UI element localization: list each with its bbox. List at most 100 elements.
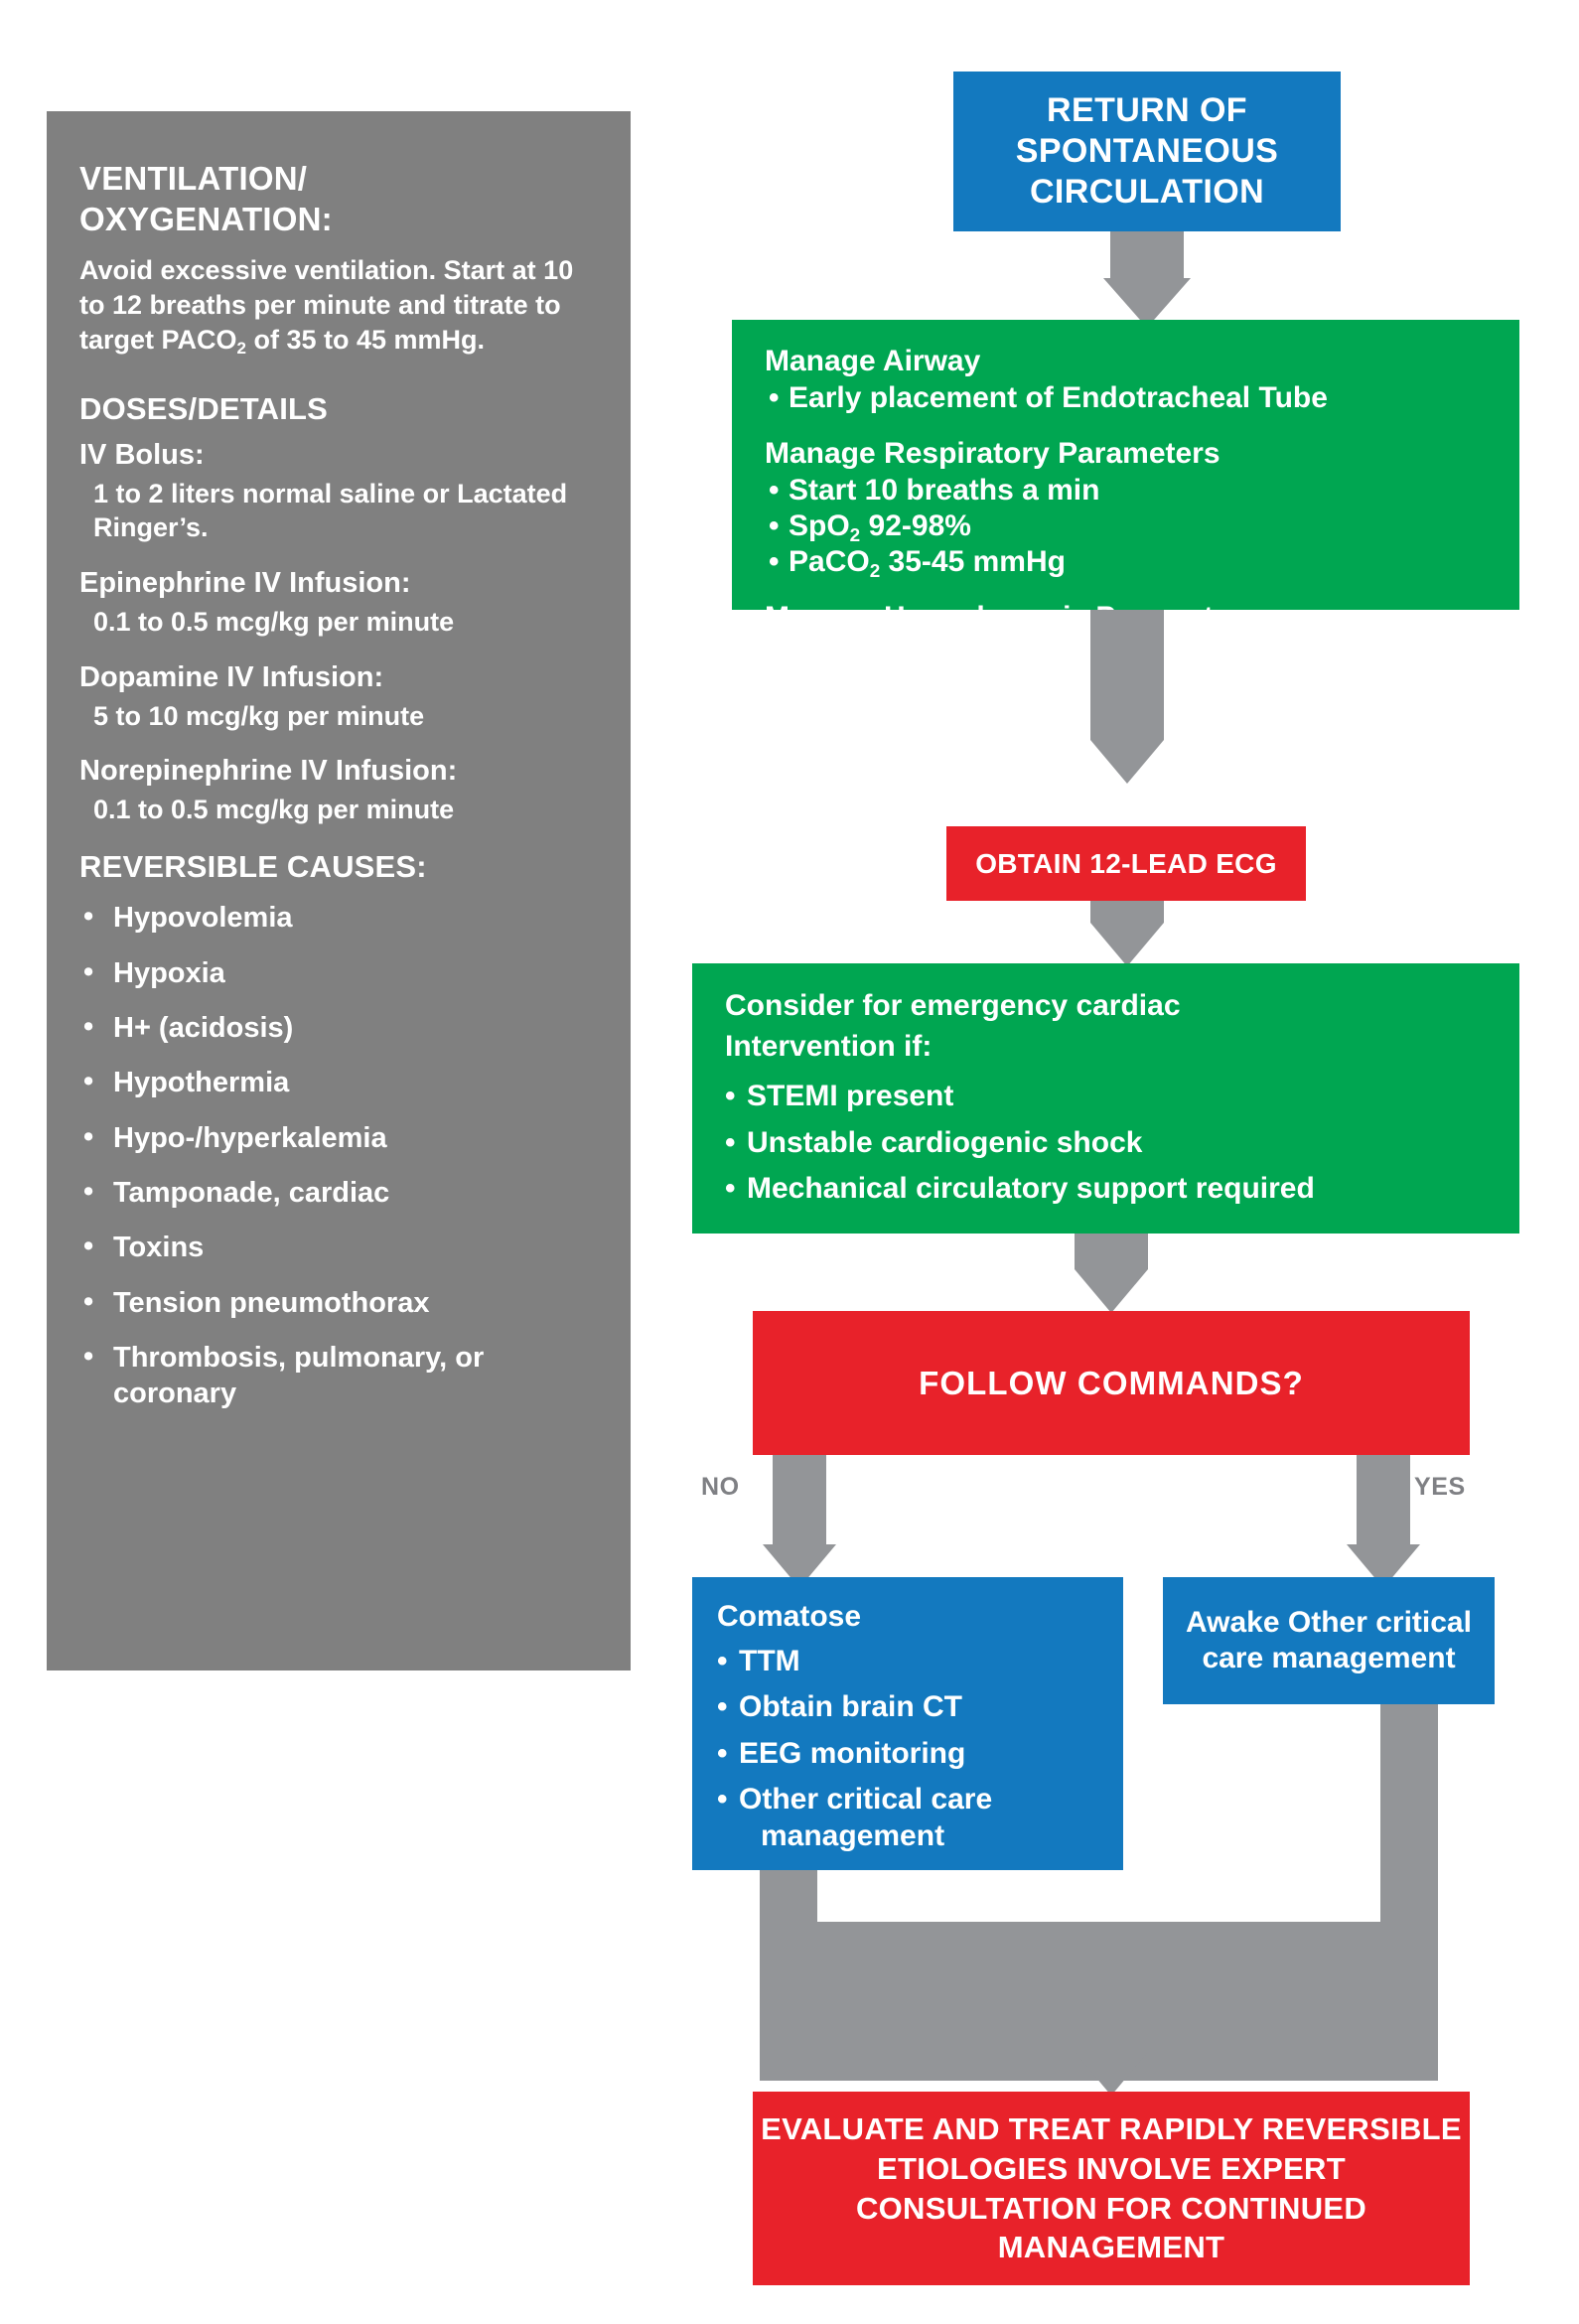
bullet-text: Systolic blood pressure >90 mmHg <box>789 638 1286 670</box>
reversible-causes-list: Hypovolemia Hypoxia H+ (acidosis) Hypoth… <box>79 900 591 1411</box>
comatose-bullet-4: • Other critical care management <box>717 1782 1123 1854</box>
bullet-dot-icon: • <box>769 638 780 670</box>
ventilation-body-text: Avoid excessive ventilation. Start at 10… <box>79 253 591 358</box>
consider-bullet-3: • Mechanical circulatory support required <box>725 1171 1519 1208</box>
bullet-dot-icon: • <box>725 1080 736 1113</box>
rosc-label: RETURN OF SPONTANEOUS CIRCULATION <box>1015 91 1279 211</box>
dose-name-epinephrine: Epinephrine IV Infusion: <box>79 566 411 599</box>
bullet-text: Early placement of Endotracheal Tube <box>789 381 1328 414</box>
doses-details-heading: DOSES/DETAILS <box>79 391 329 427</box>
list-item: Hypoxia <box>79 955 591 991</box>
paco2-label: PaCO <box>789 545 870 578</box>
connector-ecg-to-consider <box>1090 901 1164 923</box>
consider-bullet-1: • STEMI present <box>725 1079 1519 1115</box>
bullet-dot-icon: • <box>725 1172 736 1206</box>
dose-value-norepinephrine: 0.1 to 0.5 mcg/kg per minute <box>93 795 455 825</box>
final-label: EVALUATE AND TREAT RAPIDLY REVERSIBLE ET… <box>761 2111 1462 2265</box>
bullet-text: Other critical care <box>739 1783 993 1816</box>
paco2-subscript: 2 <box>869 560 881 582</box>
bullet-dot-icon: • <box>769 673 780 706</box>
manage-respiratory-bullet-3: • PaCO2 35-45 mmHg <box>765 544 1519 582</box>
dose-value-dopamine: 5 to 10 mcg/kg per minute <box>93 700 425 731</box>
dose-name-iv-bolus: IV Bolus: <box>79 439 205 472</box>
flow-node-return-of-spontaneous-circulation: RETURN OF SPONTANEOUS CIRCULATION <box>953 72 1341 231</box>
bullet-dot-icon: • <box>725 1125 736 1159</box>
bullet-dot-icon: • <box>717 1644 728 1677</box>
list-item: Hypo-/hyperkalemia <box>79 1120 591 1156</box>
manage-airway-group: Manage Airway • Early placement of Endotr… <box>765 344 1519 416</box>
bullet-text: Mean arterial pressure >65 mmHg <box>789 673 1267 706</box>
flow-node-obtain-12-lead-ecg: OBTAIN 12-LEAD ECG <box>946 826 1306 901</box>
consider-heading-line1: Consider for emergency cardiac <box>725 989 1181 1022</box>
follow-commands-label: FOLLOW COMMANDS? <box>919 1364 1304 1401</box>
spo2-value: 92-98% <box>860 509 971 542</box>
bullet-dot-icon: • <box>717 1783 728 1816</box>
flow-node-follow-commands: FOLLOW COMMANDS? <box>753 1311 1470 1455</box>
dose-value-iv-bolus: 1 to 2 liters normal saline or Lactated … <box>93 479 568 543</box>
list-item: Toxins <box>79 1230 591 1265</box>
sidebar-panel: VENTILATION/ OXYGENATION: Avoid excessiv… <box>47 111 631 1670</box>
consider-bullet-2: • Unstable cardiogenic shock <box>725 1125 1519 1162</box>
manage-respiratory-heading: Manage Respiratory Parameters <box>765 437 1220 470</box>
arrowhead-merge-to-final <box>1075 2052 1148 2096</box>
arrowhead-ecg-to-consider <box>1090 923 1164 966</box>
flow-node-evaluate-and-treat: EVALUATE AND TREAT RAPIDLY REVERSIBLE ET… <box>753 2092 1470 2285</box>
manage-airway-bullet-1: • Early placement of Endotracheal Tube <box>765 380 1519 416</box>
spo2-label: SpO <box>789 509 850 542</box>
spo2-subscript: 2 <box>849 524 861 546</box>
arrowhead-consider-to-follow <box>1075 1269 1148 1313</box>
branch-label-yes: YES <box>1414 1473 1466 1501</box>
flow-node-comatose: Comatose • TTM • Obtain brain CT • EEG moni… <box>692 1577 1123 1870</box>
arrowhead-manage-to-ecg <box>1090 740 1164 784</box>
bullet-dot-icon: • <box>717 1736 728 1770</box>
list-item: Thrombosis, pulmonary, or coronary <box>79 1340 591 1411</box>
connector-rosc-to-manage <box>1110 231 1184 278</box>
reversible-causes-heading: REVERSIBLE CAUSES: <box>79 849 427 885</box>
dose-name-norepinephrine: Norepinephrine IV Infusion: <box>79 755 458 788</box>
awake-label: Awake Other critical care management <box>1186 1606 1472 1674</box>
list-item: Tension pneumothorax <box>79 1285 591 1321</box>
manage-airway-heading: Manage Airway <box>765 345 981 377</box>
comatose-bullet-2: • Obtain brain CT <box>717 1689 1123 1726</box>
bullet-dot-icon: • <box>769 545 780 578</box>
acls-post-cardiac-arrest-care-flowchart: VENTILATION/ OXYGENATION: Avoid excessiv… <box>0 0 1579 2324</box>
bullet-text: Obtain brain CT <box>739 1690 962 1724</box>
manage-respiratory-bullet-2: • SpO2 92-98% <box>765 508 1519 546</box>
comatose-bullet-1: • TTM <box>717 1644 1123 1680</box>
connector-follow-no <box>773 1455 826 1544</box>
ventilation-oxygenation-heading: VENTILATION/ OXYGENATION: <box>79 159 591 239</box>
bullet-text: TTM <box>739 1644 800 1677</box>
comatose-bullet-3: • EEG monitoring <box>717 1736 1123 1773</box>
ventilation-heading-line2: OXYGENATION: <box>79 200 333 237</box>
list-item: Hypovolemia <box>79 900 591 936</box>
dose-value-epinephrine: 0.1 to 0.5 mcg/kg per minute <box>93 606 455 637</box>
ventilation-body-post: of 35 to 45 mmHg. <box>246 325 486 356</box>
bullet-text: Unstable cardiogenic shock <box>747 1125 1143 1159</box>
bullet-text-line2: management <box>761 1818 945 1852</box>
bullet-text: Start 10 breaths a min <box>789 474 1100 507</box>
paco2-value: 35-45 mmHg <box>880 545 1066 578</box>
list-item: Tamponade, cardiac <box>79 1175 591 1211</box>
paco2-subscript: 2 <box>236 339 246 359</box>
bullet-dot-icon: • <box>717 1690 728 1724</box>
ventilation-heading-line1: VENTILATION/ <box>79 160 308 197</box>
list-item: H+ (acidosis) <box>79 1010 591 1046</box>
bullet-dot-icon: • <box>769 474 780 507</box>
list-item: Hypothermia <box>79 1065 591 1100</box>
connector-merge-to-final <box>1075 1922 1148 2052</box>
dose-name-dopamine: Dopamine IV Infusion: <box>79 660 384 693</box>
bullet-text: Mechanical circulatory support required <box>747 1172 1315 1206</box>
bullet-text: STEMI present <box>747 1080 954 1113</box>
comatose-title: Comatose <box>717 1600 862 1633</box>
bullet-dot-icon: • <box>769 509 780 542</box>
manage-respiratory-group: Manage Respiratory Parameters • Start 10 … <box>765 436 1519 582</box>
flow-node-manage-parameters: Manage Airway • Early placement of Endotr… <box>732 320 1519 706</box>
branch-label-no: NO <box>701 1473 740 1501</box>
connector-follow-yes <box>1357 1455 1410 1544</box>
connector-manage-to-ecg <box>1090 610 1164 740</box>
bullet-dot-icon: • <box>769 381 780 414</box>
connector-consider-to-follow <box>1075 1234 1148 1269</box>
ecg-label: OBTAIN 12-LEAD ECG <box>975 847 1277 879</box>
consider-heading-line2: Intervention if: <box>725 1029 933 1063</box>
manage-respiratory-bullet-1: • Start 10 breaths a min <box>765 473 1519 508</box>
